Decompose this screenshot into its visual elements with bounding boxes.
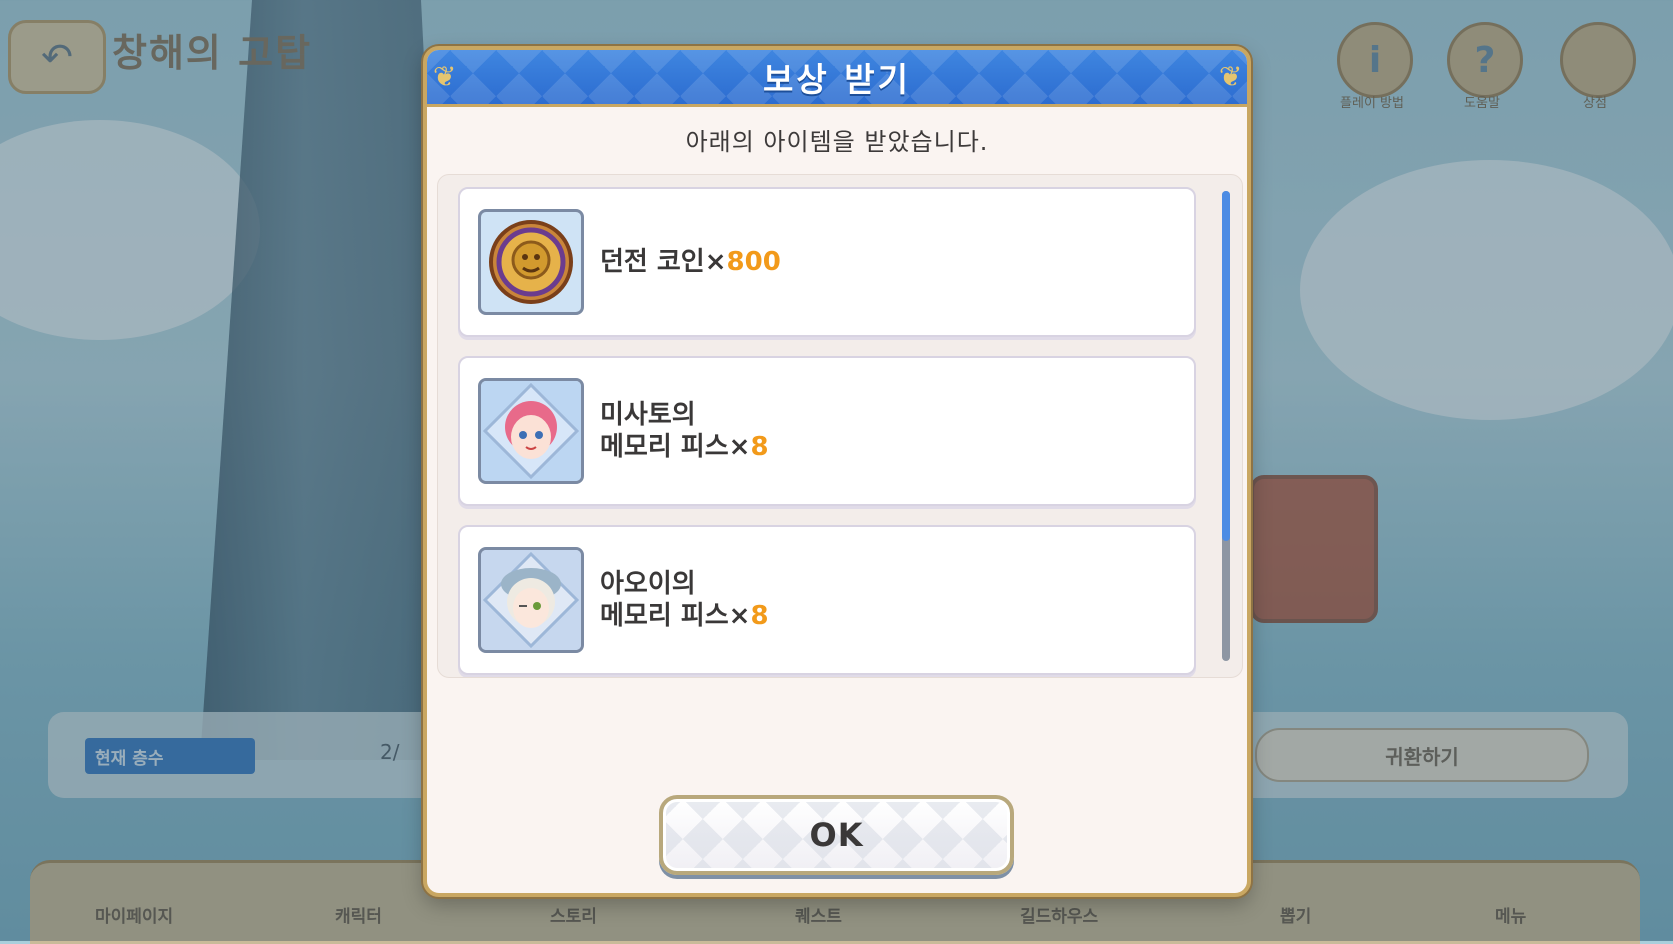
item-quantity: 8 bbox=[750, 432, 769, 462]
reward-item-list[interactable]: 던전 코인×800 미사토의 메모리 피스×8 아오이의 메모리 피스×8 bbox=[437, 174, 1243, 678]
item-name-line2: 메모리 피스 bbox=[600, 432, 729, 462]
dialog-subtitle: 아래의 아이템을 받았습니다. bbox=[685, 128, 989, 156]
ok-button[interactable]: OK bbox=[659, 795, 1014, 875]
reward-item-name: 미사토의 메모리 피스×8 bbox=[600, 358, 769, 504]
item-name-line1: 미사토의 bbox=[600, 400, 696, 430]
item-quantity: 800 bbox=[726, 247, 781, 277]
item-quantity-times: × bbox=[728, 432, 751, 462]
reward-dialog: ❦ 보상 받기 ❦ 아래의 아이템을 받았습니다. 던전 코인×800 미사토의… bbox=[423, 46, 1251, 897]
misato-memory-piece-icon bbox=[478, 378, 584, 484]
reward-item-name: 던전 코인×800 bbox=[600, 189, 781, 335]
item-name-line1: 던전 코인 bbox=[600, 247, 705, 277]
ok-button-label: OK bbox=[809, 816, 864, 854]
aoi-memory-piece-icon bbox=[478, 547, 584, 653]
dialog-title: 보상 받기 bbox=[763, 60, 911, 99]
item-quantity-times: × bbox=[728, 601, 751, 631]
corner-ornament-icon: ❦ bbox=[1219, 60, 1243, 93]
reward-item-name: 아오이의 메모리 피스×8 bbox=[600, 527, 769, 673]
reward-item-row: 던전 코인×800 bbox=[458, 187, 1196, 337]
list-scrollbar[interactable] bbox=[1222, 191, 1230, 661]
dungeon-coin-icon bbox=[478, 209, 584, 315]
item-quantity: 8 bbox=[750, 601, 769, 631]
item-quantity-times: × bbox=[704, 247, 727, 277]
reward-item-row: 미사토의 메모리 피스×8 bbox=[458, 356, 1196, 506]
corner-ornament-icon: ❦ bbox=[433, 60, 457, 93]
item-name-line2: 메모리 피스 bbox=[600, 601, 729, 631]
reward-item-row: 아오이의 메모리 피스×8 bbox=[458, 525, 1196, 675]
item-name-line1: 아오이의 bbox=[600, 569, 696, 599]
dialog-header: ❦ 보상 받기 ❦ bbox=[427, 50, 1247, 107]
scrollbar-thumb[interactable] bbox=[1222, 191, 1230, 541]
